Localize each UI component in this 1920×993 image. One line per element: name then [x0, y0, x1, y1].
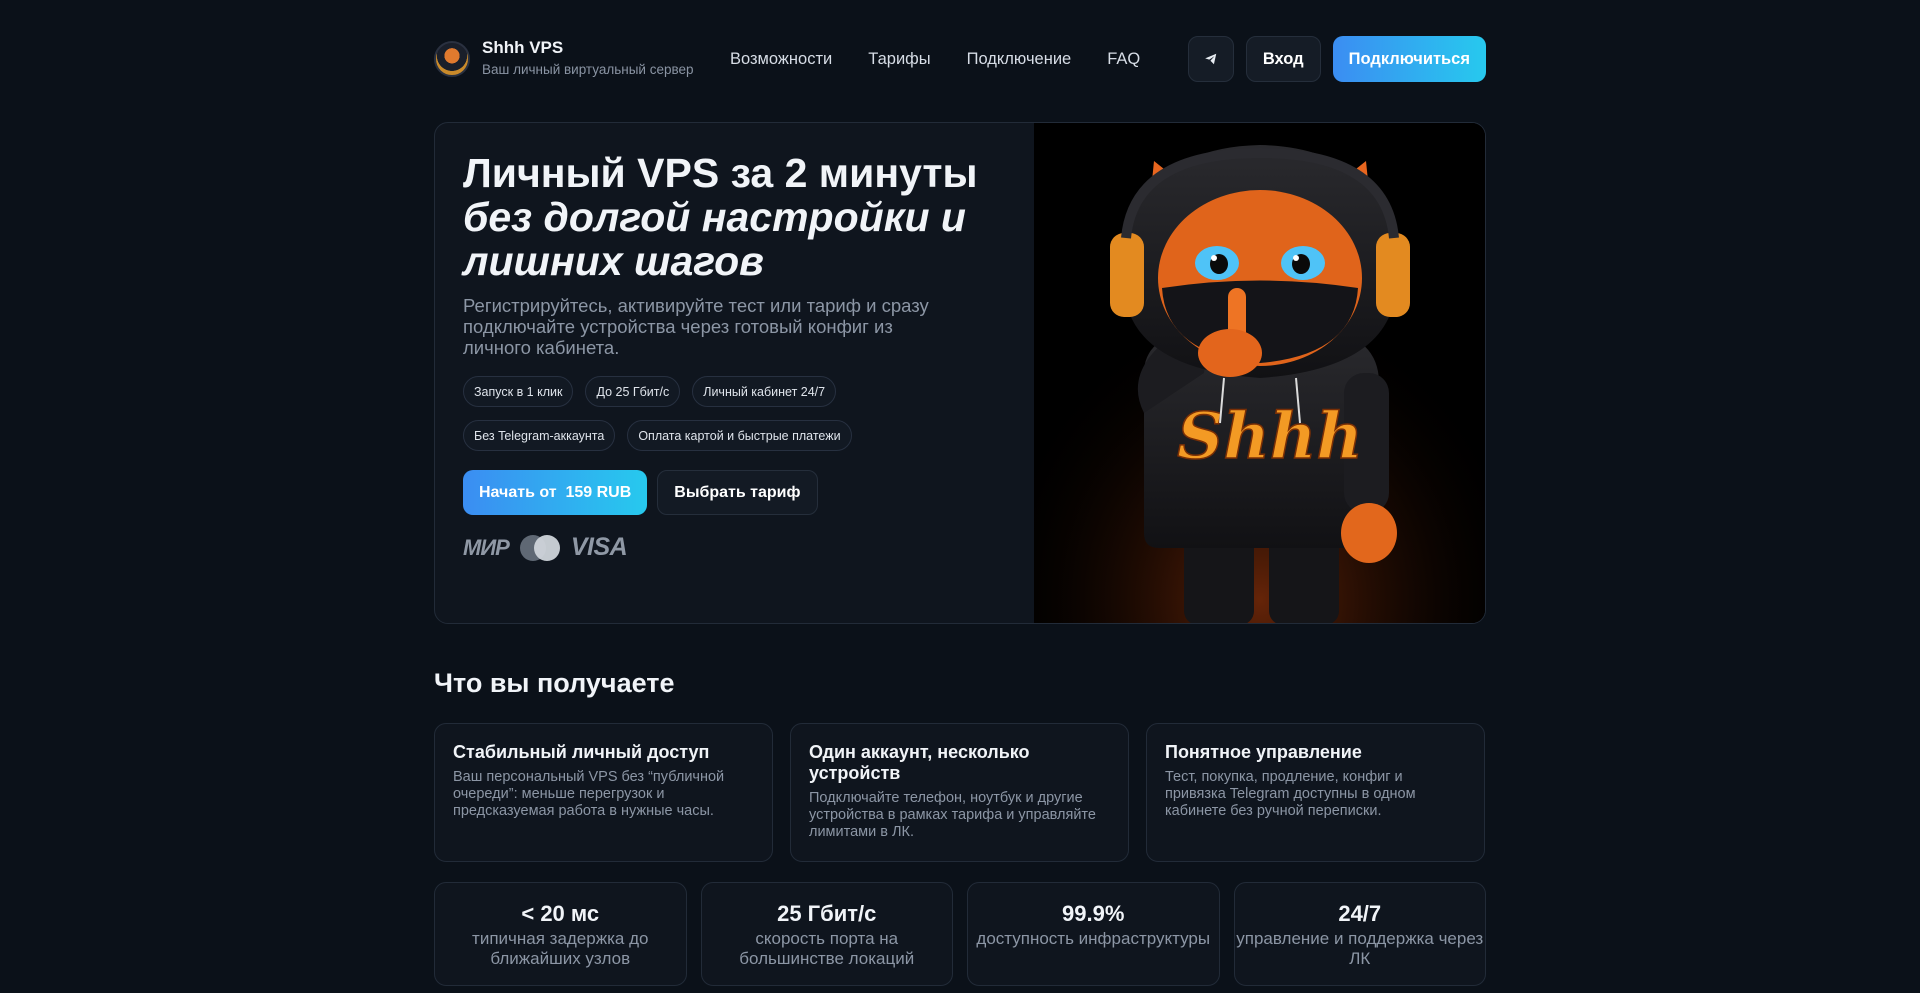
brand-subtitle: Ваш личный виртуальный сервер [482, 62, 694, 77]
feature-card: Понятное управление Тест, покупка, продл… [1146, 723, 1485, 862]
header: Shhh VPS Ваш личный виртуальный сервер В… [434, 30, 1486, 88]
stat-value: < 20 мс [521, 901, 600, 926]
telegram-button[interactable] [1187, 36, 1234, 82]
stat-value: 24/7 [1338, 901, 1382, 926]
stat-card: 99.9% доступность инфраструктуры [967, 882, 1220, 986]
mir-logo: МИР [463, 534, 510, 560]
chip: Оплата картой и быстрые платежи [627, 420, 852, 451]
stat-card: 25 Гбит/с скорость порта на большинстве … [700, 882, 953, 986]
hero-title: Личный VPS за 2 минуты без долгой настро… [463, 150, 978, 284]
feature-description: Тест, покупка, продление, конфиг и привя… [1165, 769, 1416, 819]
section-title: Что вы получаете [434, 668, 675, 698]
mastercard-logo [519, 534, 560, 561]
login-button[interactable]: Вход [1245, 36, 1321, 82]
start-button[interactable]: Начать от 159 RUB [463, 470, 648, 515]
stat-card: < 20 мс типичная задержка до ближайших у… [434, 882, 687, 986]
stat-label: типичная задержка до ближайших узлов [472, 929, 649, 968]
nav-pricing[interactable]: Тарифы [868, 50, 930, 69]
connect-button[interactable]: Подключиться [1332, 36, 1486, 82]
cat-mascot-illustration: Shhh [1033, 123, 1485, 623]
hero-mascot-image: Shhh [1033, 123, 1485, 623]
stat-value: 25 Гбит/с [777, 901, 877, 926]
stat-label: скорость порта на большинстве локаций [739, 929, 915, 968]
feature-title: Один аккаунт, несколько устройств [809, 742, 1030, 783]
stats-row: < 20 мс типичная задержка до ближайших у… [434, 882, 1486, 986]
stat-card: 24/7 управление и поддержка через ЛК [1233, 882, 1486, 986]
brand-name: Shhh VPS [482, 38, 564, 57]
visa-logo: VISA [570, 533, 628, 561]
stat-value: 99.9% [1062, 901, 1125, 926]
chip: Запуск в 1 клик [463, 376, 574, 407]
chip: Без Telegram-аккаунта [463, 420, 616, 451]
main-nav: Возможности Тарифы Подключение FAQ [730, 50, 1140, 69]
choose-plan-button[interactable]: Выбрать тариф [657, 470, 818, 515]
brand[interactable]: Shhh VPS Ваш личный виртуальный сервер [434, 38, 730, 80]
nav-faq[interactable]: FAQ [1107, 50, 1140, 69]
hero-card: Личный VPS за 2 минуты без долгой настро… [434, 122, 1486, 624]
chip: Личный кабинет 24/7 [692, 376, 837, 407]
stat-label: управление и поддержка через ЛК [1236, 929, 1484, 968]
feature-card: Стабильный личный доступ Ваш персональны… [434, 723, 773, 862]
feature-chips: Запуск в 1 клик До 25 Гбит/с Личный каби… [463, 376, 983, 451]
mascot-shirt-text: Shhh [1177, 399, 1363, 474]
feature-description: Подключайте телефон, ноутбук и другие ус… [809, 790, 1096, 840]
telegram-icon [1204, 53, 1217, 65]
features-grid: Стабильный личный доступ Ваш персональны… [434, 723, 1486, 862]
feature-card: Один аккаунт, несколько устройств Подклю… [790, 723, 1129, 862]
feature-title: Стабильный личный доступ [453, 742, 710, 762]
stat-label: доступность инфраструктуры [976, 929, 1211, 948]
feature-title: Понятное управление [1165, 742, 1362, 762]
nav-features[interactable]: Возможности [730, 50, 832, 69]
logo [434, 41, 470, 77]
chip: До 25 Гбит/с [585, 376, 681, 407]
hero-description: Регистрируйтесь, активируйте тест или та… [463, 295, 929, 358]
payment-methods: МИР VISA [463, 533, 1006, 562]
nav-connection[interactable]: Подключение [967, 50, 1072, 69]
feature-description: Ваш персональный VPS без “публичной очер… [453, 769, 725, 819]
